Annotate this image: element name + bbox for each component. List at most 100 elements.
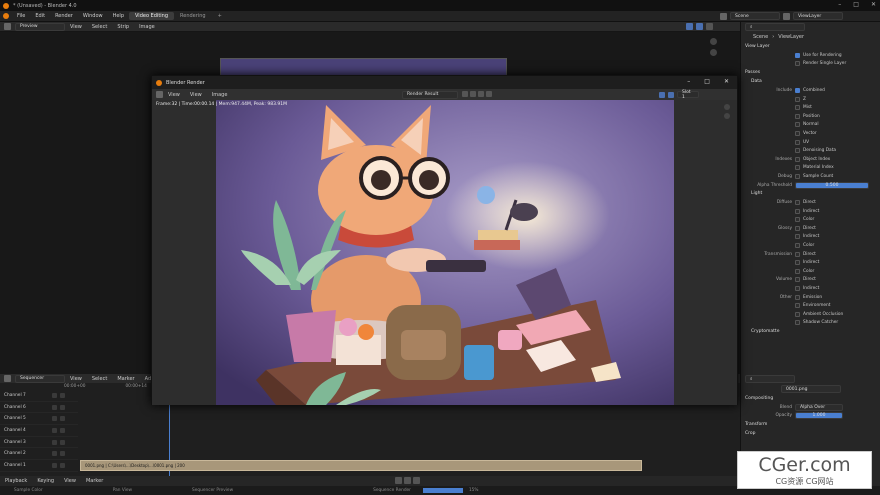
pin-icon[interactable] (462, 91, 468, 97)
channel-lock-icon[interactable] (60, 416, 65, 422)
channel-mute-icon[interactable] (52, 416, 57, 422)
unlink-icon[interactable] (486, 91, 492, 97)
rw-menu-view-2[interactable]: View (185, 92, 207, 98)
play-icon[interactable] (404, 477, 411, 484)
keying-menu[interactable]: Keying (32, 478, 59, 484)
channel-lock-icon[interactable] (60, 451, 65, 457)
blender-menu-icon[interactable] (3, 13, 9, 19)
light-section[interactable]: Light (741, 189, 880, 198)
channel-lock-icon[interactable] (60, 427, 65, 433)
rw-menu-image[interactable]: Image (207, 92, 233, 98)
channel-row[interactable]: Channel 6 (0, 402, 78, 414)
rw-maximize-icon[interactable]: □ (704, 78, 710, 85)
minimize-icon[interactable]: – (838, 1, 841, 8)
channel-row[interactable]: Channel 5 (0, 413, 78, 426)
channel-lock-icon[interactable] (60, 392, 65, 398)
include-5-checkbox[interactable] (795, 130, 800, 136)
passes-section[interactable]: Passes (741, 68, 880, 77)
diffuse-0-checkbox[interactable] (795, 200, 800, 206)
rw-editor-type-icon[interactable] (156, 91, 163, 98)
gizmo-icon[interactable] (686, 23, 693, 30)
channel-mute-icon[interactable] (52, 451, 57, 457)
view-layer-selector[interactable]: ViewLayer (793, 12, 843, 20)
menu-help[interactable]: Help (108, 13, 129, 19)
new-image-icon[interactable] (470, 91, 476, 97)
diffuse-1-checkbox[interactable] (795, 208, 800, 214)
playback-menu[interactable]: Playback (0, 478, 32, 484)
channel-lock-icon[interactable] (60, 462, 65, 468)
other-2-checkbox[interactable] (795, 311, 800, 317)
seq-menu-marker[interactable]: Marker (112, 376, 139, 382)
include-6-checkbox[interactable] (795, 139, 800, 145)
display-icon[interactable] (706, 23, 713, 30)
include-2-checkbox[interactable] (795, 105, 800, 111)
other-1-checkbox[interactable] (795, 303, 800, 309)
channel-mute-icon[interactable] (52, 404, 57, 410)
sequencer-mode-dropdown[interactable]: Sequencer (15, 374, 65, 383)
index-0-checkbox[interactable] (795, 156, 800, 162)
rw-hand-icon[interactable] (724, 113, 730, 119)
menu-render[interactable]: Render (50, 13, 78, 19)
image-strip[interactable]: 0001.png | C:\Users\...\Desktop\...\0001… (80, 460, 642, 471)
open-image-icon[interactable] (478, 91, 484, 97)
render-window[interactable]: Blender Render – □ ✕ View View Image Ren… (151, 75, 738, 405)
hand-icon[interactable] (710, 49, 717, 56)
menu-select[interactable]: Select (87, 24, 112, 30)
glossy-0-checkbox[interactable] (795, 225, 800, 231)
channel-lock-icon[interactable] (60, 439, 65, 445)
tab-rendering[interactable]: Rendering (174, 12, 212, 20)
menu-image[interactable]: Image (134, 24, 160, 30)
use-for-rendering-checkbox[interactable] (795, 52, 800, 58)
index-1-checkbox[interactable] (795, 165, 800, 171)
view-layer-section[interactable]: View Layer (741, 42, 880, 51)
menu-window[interactable]: Window (78, 13, 108, 19)
view-layer-icon[interactable] (783, 12, 790, 20)
jump-end-icon[interactable] (413, 477, 420, 484)
sample-count-checkbox[interactable] (795, 173, 800, 179)
editor-type-icon[interactable] (4, 23, 11, 30)
glossy-1-checkbox[interactable] (795, 234, 800, 240)
channel-lock-icon[interactable] (60, 404, 65, 410)
seq-menu-view[interactable]: View (65, 376, 87, 382)
volume-1-checkbox[interactable] (795, 286, 800, 292)
channel-mute-icon[interactable] (52, 439, 57, 445)
rw-minimize-icon[interactable]: – (687, 78, 690, 85)
alpha-threshold-slider[interactable]: 0.500 (795, 181, 869, 189)
rw-menu-view[interactable]: View (163, 92, 185, 98)
menu-edit[interactable]: Edit (30, 13, 50, 19)
include-3-checkbox[interactable] (795, 113, 800, 119)
compositing-section[interactable]: Compositing (741, 394, 880, 403)
render-result-selector[interactable]: Render Result (402, 90, 458, 99)
other-0-checkbox[interactable] (795, 294, 800, 300)
slot-selector[interactable]: Slot 1 (677, 90, 699, 100)
rw-gizmo-icon[interactable] (659, 91, 665, 98)
marker-menu[interactable]: Marker (81, 478, 108, 484)
tab-video-editing[interactable]: Video Editing (129, 12, 175, 20)
jump-start-icon[interactable] (395, 477, 402, 484)
include-0-checkbox[interactable] (795, 87, 800, 93)
render-single-layer-checkbox[interactable] (795, 61, 800, 67)
strip-search[interactable]: ⌕ (745, 375, 795, 383)
blend-dropdown[interactable]: Alpha Over (795, 403, 843, 411)
volume-0-checkbox[interactable] (795, 277, 800, 283)
menu-view[interactable]: View (65, 24, 87, 30)
view-menu[interactable]: View (59, 478, 81, 484)
scene-icon[interactable] (720, 12, 727, 20)
include-1-checkbox[interactable] (795, 96, 800, 102)
data-section[interactable]: Data (741, 77, 880, 86)
zoom-icon[interactable] (710, 38, 717, 45)
close-icon[interactable]: ✕ (871, 1, 876, 8)
transmission-0-checkbox[interactable] (795, 251, 800, 257)
opacity-slider[interactable]: 1.000 (795, 412, 843, 420)
channel-row[interactable]: Channel 3 (0, 437, 78, 449)
channel-mute-icon[interactable] (52, 392, 57, 398)
rw-overlay-icon[interactable] (668, 91, 674, 98)
other-3-checkbox[interactable] (795, 320, 800, 326)
include-7-checkbox[interactable] (795, 148, 800, 154)
props-search[interactable]: ⌕ (745, 23, 805, 31)
menu-file[interactable]: File (12, 13, 30, 19)
preview-mode-dropdown[interactable]: Preview (15, 22, 65, 31)
include-4-checkbox[interactable] (795, 122, 800, 128)
channel-row[interactable]: Channel 7 (0, 390, 78, 402)
diffuse-2-checkbox[interactable] (795, 217, 800, 223)
